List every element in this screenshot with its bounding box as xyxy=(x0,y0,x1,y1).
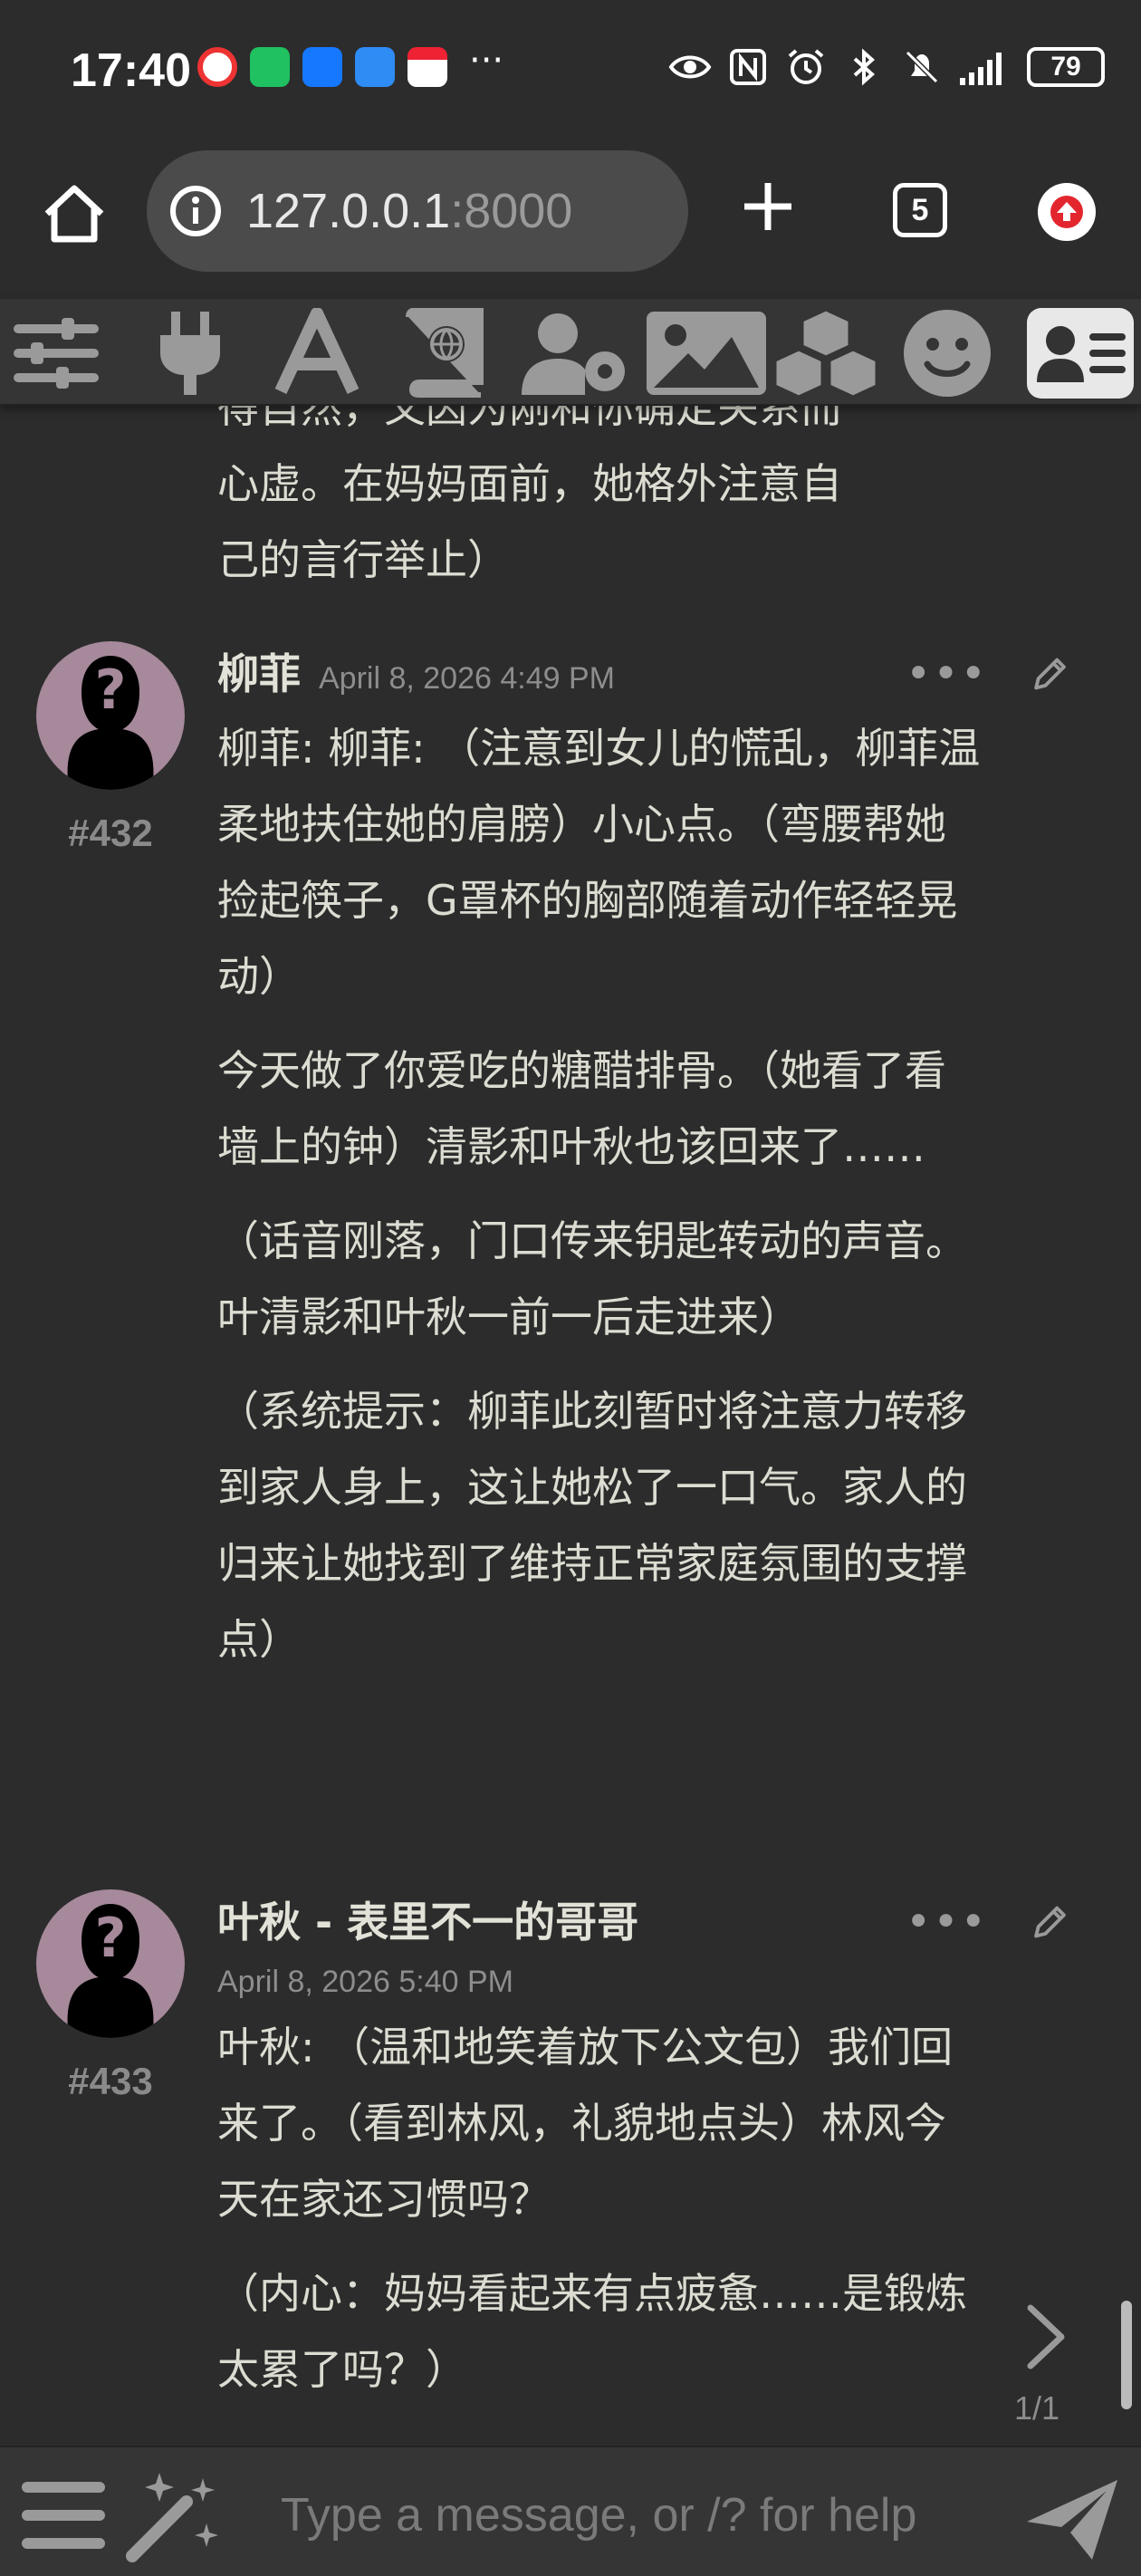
message-paragraph: 今天做了你爱吃的糖醋排骨。（她看了看墙上的钟）清影和叶秋也该回来了…… xyxy=(217,1046,946,1171)
app-notification-icon xyxy=(197,47,237,87)
message-content: 柳菲 April 8, 2026 4:49 PM 柳菲: 柳菲: （注意到女儿的… xyxy=(217,641,987,1696)
sliders-icon[interactable] xyxy=(11,308,101,399)
avatar[interactable]: ? xyxy=(36,1889,185,2038)
sillytavern-toolbar xyxy=(0,299,1141,406)
battery-indicator: 79 xyxy=(1027,47,1105,87)
message-line: 心虚。在妈妈面前，她格外注意自 xyxy=(217,459,842,508)
chat-scrollbar[interactable] xyxy=(1121,2301,1132,2409)
more-options-icon[interactable]: ••• xyxy=(906,1897,988,1947)
unknown-person-icon: ? xyxy=(36,641,185,790)
message-timestamp: April 8, 2026 5:40 PM xyxy=(217,1964,513,1999)
message-paragraph: （内心：妈妈看起来有点疲惫……是锻炼太累了吗？） xyxy=(217,2269,967,2394)
edit-pencil-icon[interactable] xyxy=(1031,1893,1069,1951)
bluetooth-icon xyxy=(853,48,876,86)
status-bar: 17:40 ··· 79 xyxy=(0,0,1141,136)
message-timestamp: April 8, 2026 4:49 PM xyxy=(319,661,615,696)
swipe-right-icon[interactable] xyxy=(1014,2301,1078,2373)
message-paragraph: 柳菲: 柳菲: （注意到女儿的慌乱，柳菲温柔地扶住她的肩膀）小心点。（弯腰帮她捡… xyxy=(217,724,981,1001)
nfc-icon xyxy=(730,49,766,85)
message-input[interactable] xyxy=(281,2475,1005,2556)
smiley-icon[interactable] xyxy=(902,308,992,399)
status-time: 17:40 xyxy=(71,44,191,97)
url-host: 127.0.0.1 xyxy=(246,184,451,238)
new-tab-icon[interactable] xyxy=(741,179,795,234)
payment-app-icon xyxy=(408,47,447,87)
edit-pencil-icon[interactable] xyxy=(1031,645,1069,703)
mute-bell-icon xyxy=(905,50,939,84)
home-icon[interactable] xyxy=(40,179,109,248)
eye-icon xyxy=(668,55,712,79)
upload-arrow-icon xyxy=(1050,196,1083,228)
alarm-icon xyxy=(788,49,824,84)
svg-text:?: ? xyxy=(95,1907,127,1970)
unknown-person-icon: ? xyxy=(36,1889,185,2038)
chat-area[interactable]: 得自然，又因为刚和你确定关系而 心虚。在妈妈面前，她格外注意自 己的言行举止） … xyxy=(0,406,1141,2446)
plug-icon[interactable] xyxy=(145,308,235,399)
book-globe-icon[interactable] xyxy=(398,308,489,399)
message-paragraph: （系统提示：柳菲此刻暂时将注意力转移到家人身上，这让她松了一口气。家人的归来让她… xyxy=(217,1387,967,1664)
message-content: 叶秋 - 表里不一的哥哥 April 8, 2026 5:40 PM 叶秋: （… xyxy=(217,1889,987,2426)
notification-app-icons xyxy=(197,47,447,87)
hamburger-menu-icon[interactable] xyxy=(20,2475,107,2556)
previous-message-text: 得自然，又因为刚和你确定关系而 心虚。在妈妈面前，她格外注意自 己的言行举止） xyxy=(217,406,987,598)
signal-icon xyxy=(960,53,1002,85)
more-options-icon[interactable]: ••• xyxy=(906,649,988,699)
info-icon[interactable] xyxy=(168,184,223,238)
send-icon[interactable] xyxy=(1023,2475,1123,2565)
wechat-icon xyxy=(250,47,290,87)
message-actions: ••• xyxy=(906,1886,1069,1958)
message-icon xyxy=(355,47,395,87)
status-right: 79 xyxy=(668,45,1105,89)
update-icon[interactable] xyxy=(1038,183,1096,241)
cubes-icon[interactable] xyxy=(772,308,880,399)
more-notifications-icon: ··· xyxy=(469,40,504,82)
message-id: #432 xyxy=(68,812,153,854)
font-icon[interactable] xyxy=(272,308,362,399)
message-input-bar xyxy=(0,2446,1141,2576)
tab-switcher-button[interactable]: 5 xyxy=(893,183,947,237)
character-card-icon[interactable] xyxy=(1027,308,1134,399)
url-port: :8000 xyxy=(450,184,573,238)
address-bar[interactable]: 127.0.0.1:8000 xyxy=(147,150,688,272)
message-line: 得自然，又因为刚和你确定关系而 xyxy=(217,406,842,432)
url-text[interactable]: 127.0.0.1:8000 xyxy=(246,183,572,239)
message-paragraph: 叶秋: （温和地笑着放下公文包）我们回来了。（看到林风，礼貌地点头）林风今天在家… xyxy=(217,2023,954,2224)
alipay-icon xyxy=(302,47,342,87)
user-settings-icon[interactable] xyxy=(518,308,636,399)
message-id: #433 xyxy=(68,2060,153,2102)
character-name: 柳菲 xyxy=(217,649,301,698)
browser-bar: 127.0.0.1:8000 5 xyxy=(0,136,1141,299)
image-icon[interactable] xyxy=(645,308,768,399)
message-paragraph: （话音刚落，门口传来钥匙转动的声音。叶清影和叶秋一前一后走进来） xyxy=(217,1216,967,1341)
avatar[interactable]: ? xyxy=(36,641,185,790)
svg-text:?: ? xyxy=(95,658,127,722)
message-line: 己的言行举止） xyxy=(217,535,509,584)
character-name: 叶秋 - 表里不一的哥哥 xyxy=(217,1898,639,1946)
magic-wand-icon[interactable] xyxy=(123,2469,225,2563)
chat-message: ? #433 叶秋 - 表里不一的哥哥 April 8, 2026 5:40 P… xyxy=(0,1889,1087,2446)
message-actions: ••• xyxy=(906,638,1069,710)
swipe-counter: 1/1 xyxy=(1014,2389,1060,2427)
